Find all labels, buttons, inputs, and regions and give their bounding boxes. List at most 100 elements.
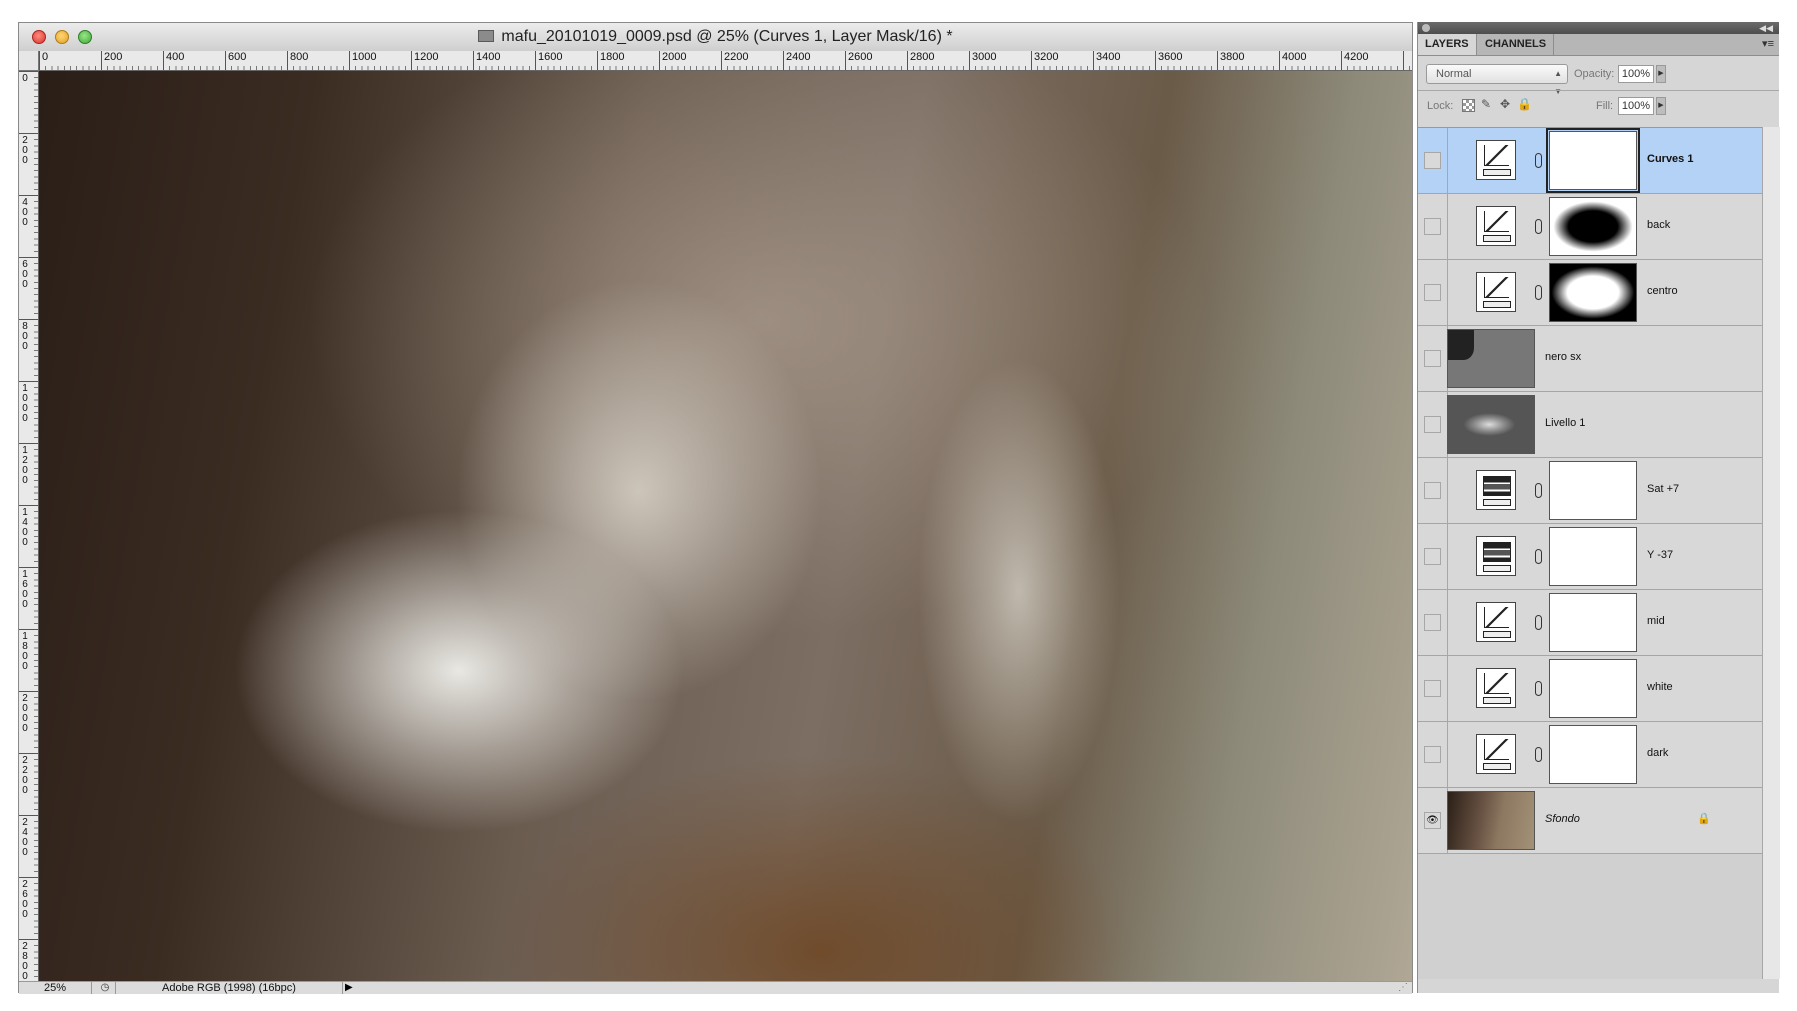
panel-collapse-icon[interactable]: ◀◀ <box>1759 22 1773 34</box>
layer-mask-thumbnail[interactable] <box>1546 128 1640 193</box>
layer-name[interactable]: mid <box>1647 615 1665 627</box>
blend-mode-select[interactable]: Normal ▲ ▼ <box>1426 64 1568 96</box>
ruler-label: 2000 <box>22 693 28 734</box>
options-divider <box>1418 90 1779 91</box>
layer-visibility-toggle[interactable] <box>1424 218 1441 235</box>
layer-row-curves-1[interactable]: Curves 1 <box>1418 128 1762 194</box>
layer-visibility-toggle[interactable] <box>1424 680 1441 697</box>
hue-saturation-adjustment-icon[interactable] <box>1476 470 1516 510</box>
ruler-label: 2600 <box>22 879 28 920</box>
ruler-label: 4000 <box>1282 51 1307 63</box>
curves-adjustment-icon[interactable] <box>1476 734 1516 774</box>
layer-name[interactable]: white <box>1647 681 1673 693</box>
layer-mask-thumbnail[interactable] <box>1549 725 1637 784</box>
layer-row-livello-1[interactable]: Livello 1 <box>1418 392 1762 458</box>
lock-all-padlock-icon[interactable]: 🔒 <box>1517 97 1532 111</box>
image-canvas[interactable] <box>39 71 1412 981</box>
document-window: mafu_20101019_0009.psd @ 25% (Curves 1, … <box>18 22 1413 994</box>
layer-name[interactable]: Y -37 <box>1647 549 1673 561</box>
mask-link-chain-icon[interactable] <box>1535 747 1542 762</box>
lock-position-move-icon[interactable]: ✥ <box>1498 97 1512 111</box>
ruler-label: 3600 <box>1158 51 1183 63</box>
layer-name[interactable]: Livello 1 <box>1545 417 1585 429</box>
layers-panel: ◀◀ LAYERS CHANNELS ▾≡ Normal ▲ ▼ Opacity:… <box>1417 22 1780 993</box>
curves-adjustment-icon[interactable] <box>1476 602 1516 642</box>
tab-channels[interactable]: CHANNELS <box>1478 34 1555 55</box>
zoom-level-field[interactable]: 25% <box>19 982 92 994</box>
mask-link-chain-icon[interactable] <box>1535 615 1542 630</box>
document-titlebar[interactable]: mafu_20101019_0009.psd @ 25% (Curves 1, … <box>19 23 1412 52</box>
layer-thumbnail[interactable] <box>1447 329 1535 388</box>
ruler-label: 3200 <box>1034 51 1059 63</box>
ruler-label: 2200 <box>724 51 749 63</box>
tab-layers[interactable]: LAYERS <box>1418 34 1477 55</box>
ruler-label: 800 <box>22 321 28 352</box>
lock-paint-brush-icon[interactable]: ✎ <box>1479 97 1493 111</box>
document-title: mafu_20101019_0009.psd @ 25% (Curves 1, … <box>501 28 953 45</box>
hue-saturation-adjustment-icon[interactable] <box>1476 536 1516 576</box>
layer-row-sat-7[interactable]: Sat +7 <box>1418 458 1762 524</box>
panel-close-icon[interactable] <box>1422 24 1430 32</box>
layer-name[interactable]: centro <box>1647 285 1678 297</box>
curves-adjustment-icon[interactable] <box>1476 206 1516 246</box>
panel-menu-icon[interactable]: ▾≡ <box>1762 37 1774 50</box>
layer-name[interactable]: Curves 1 <box>1647 153 1693 165</box>
ruler-label: 1400 <box>22 507 28 548</box>
ruler-origin-corner[interactable] <box>19 51 39 71</box>
fill-slider-arrow-icon[interactable]: ▶ <box>1656 97 1666 115</box>
layer-visibility-toggle[interactable] <box>1424 614 1441 631</box>
layer-mask-thumbnail[interactable] <box>1549 659 1637 718</box>
opacity-slider-arrow-icon[interactable]: ▶ <box>1656 65 1666 83</box>
mask-link-chain-icon[interactable] <box>1535 285 1542 300</box>
vertical-ruler[interactable]: 0 200 400 600 800 1000 1200 1400 1600 1800 2000 220… <box>19 71 39 981</box>
ruler-label: 2400 <box>786 51 811 63</box>
mask-link-chain-icon[interactable] <box>1535 549 1542 564</box>
layer-row-sfondo[interactable]: 👁 Sfondo 🔒 <box>1418 788 1762 854</box>
layer-row-mid[interactable]: mid <box>1418 590 1762 656</box>
status-menu-icon[interactable]: ◷ <box>97 982 113 993</box>
document-profile-info: Adobe RGB (1998) (16bpc) <box>115 982 343 994</box>
layer-mask-thumbnail[interactable] <box>1549 263 1637 322</box>
layer-row-y-37[interactable]: Y -37 <box>1418 524 1762 590</box>
layer-row-centro[interactable]: centro <box>1418 260 1762 326</box>
layer-visibility-eye-icon[interactable]: 👁 <box>1424 812 1441 829</box>
layer-row-white[interactable]: white <box>1418 656 1762 722</box>
mask-link-chain-icon[interactable] <box>1535 681 1542 696</box>
mask-link-chain-icon[interactable] <box>1535 219 1542 234</box>
resize-grip-icon[interactable]: ⋰ <box>1398 982 1410 994</box>
layer-visibility-toggle[interactable] <box>1424 350 1441 367</box>
panel-header-strip[interactable]: ◀◀ <box>1418 22 1779 34</box>
layer-visibility-toggle[interactable] <box>1424 482 1441 499</box>
layer-name[interactable]: dark <box>1647 747 1668 759</box>
curves-adjustment-icon[interactable] <box>1476 668 1516 708</box>
status-popup-arrow-icon[interactable]: ▶ <box>345 982 357 994</box>
horizontal-ruler[interactable]: 0 200 400 600 800 1000 1200 1400 1600 1800 2000 220… <box>39 51 1412 71</box>
layer-mask-thumbnail[interactable] <box>1549 593 1637 652</box>
fill-input[interactable]: 100% <box>1618 97 1654 115</box>
curves-adjustment-icon[interactable] <box>1476 140 1516 180</box>
layer-mask-thumbnail[interactable] <box>1549 527 1637 586</box>
layer-visibility-toggle[interactable] <box>1424 284 1441 301</box>
mask-link-chain-icon[interactable] <box>1535 153 1542 168</box>
mask-link-chain-icon[interactable] <box>1535 483 1542 498</box>
lock-label: Lock: <box>1427 100 1454 112</box>
layer-row-dark[interactable]: dark <box>1418 722 1762 788</box>
layer-mask-thumbnail[interactable] <box>1549 461 1637 520</box>
lock-transparency-icon[interactable] <box>1462 99 1475 112</box>
curves-adjustment-icon[interactable] <box>1476 272 1516 312</box>
layer-thumbnail[interactable] <box>1447 395 1535 454</box>
layer-mask-thumbnail[interactable] <box>1549 197 1637 256</box>
layer-row-back[interactable]: back <box>1418 194 1762 260</box>
layer-thumbnail[interactable] <box>1447 791 1535 850</box>
layer-visibility-toggle[interactable] <box>1424 152 1441 169</box>
layer-row-nero-sx[interactable]: nero sx <box>1418 326 1762 392</box>
layer-name[interactable]: back <box>1647 219 1670 231</box>
layer-name[interactable]: Sfondo <box>1545 813 1580 825</box>
layer-visibility-toggle[interactable] <box>1424 548 1441 565</box>
layer-visibility-toggle[interactable] <box>1424 746 1441 763</box>
opacity-input[interactable]: 100% <box>1618 65 1654 83</box>
layer-name[interactable]: Sat +7 <box>1647 483 1679 495</box>
layer-visibility-toggle[interactable] <box>1424 416 1441 433</box>
layer-name[interactable]: nero sx <box>1545 351 1581 363</box>
layers-scrollbar[interactable] <box>1762 127 1780 979</box>
